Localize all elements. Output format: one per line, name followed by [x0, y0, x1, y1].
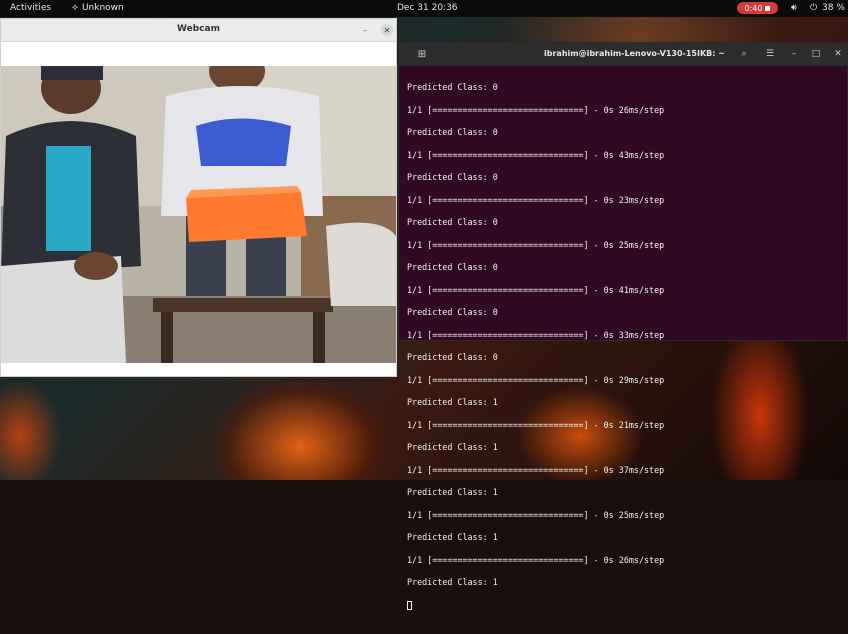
- terminal-window-title: ibrahim@ibrahim-Lenovo-V130-15IKB: ~: [544, 49, 725, 58]
- minimize-icon[interactable]: –: [359, 24, 371, 36]
- webcam-window-title: Webcam: [177, 24, 220, 34]
- close-icon[interactable]: ✕: [831, 48, 845, 61]
- webcam-window[interactable]: Webcam – ✕: [0, 18, 397, 377]
- terminal-window[interactable]: ⊞ ibrahim@ibrahim-Lenovo-V130-15IKB: ~ ⌕…: [398, 42, 848, 610]
- terminal-line: Predicted Class: 0: [407, 352, 498, 363]
- top-bar: Activities ⟡ Unknown Dec 31 20:36 0:40 🔊…: [0, 0, 848, 17]
- terminal-line: 1/1 [==============================] - 0…: [407, 509, 665, 520]
- terminal-line: 1/1 [==============================] - 0…: [407, 419, 665, 430]
- terminal-line: Predicted Class: 1: [407, 442, 498, 453]
- power-icon[interactable]: ⏻: [810, 3, 817, 13]
- terminal-output[interactable]: Predicted Class: 0 1/1 [================…: [407, 71, 843, 634]
- maximize-icon[interactable]: □: [809, 48, 823, 61]
- webcam-feed: [1, 66, 396, 363]
- terminal-line: Predicted Class: 0: [407, 307, 498, 318]
- app-menu[interactable]: ⟡ Unknown: [72, 3, 124, 13]
- terminal-line: 1/1 [==============================] - 0…: [407, 329, 665, 340]
- new-tab-icon[interactable]: ⊞: [415, 48, 429, 61]
- search-icon[interactable]: ⌕: [737, 48, 751, 61]
- terminal-line: 1/1 [==============================] - 0…: [407, 104, 665, 115]
- webcam-frame-image: [1, 66, 396, 363]
- ubuntu-app-icon: ⟡: [72, 3, 78, 13]
- battery-percentage[interactable]: 38 %: [822, 3, 845, 13]
- terminal-line: 1/1 [==============================] - 0…: [407, 149, 665, 160]
- terminal-titlebar[interactable]: ⊞ ibrahim@ibrahim-Lenovo-V130-15IKB: ~ ⌕…: [399, 43, 847, 66]
- hamburger-menu-icon[interactable]: ☰: [763, 48, 777, 61]
- clock[interactable]: Dec 31 20:36: [397, 3, 458, 13]
- webcam-titlebar[interactable]: Webcam – ✕: [1, 19, 396, 42]
- terminal-line: Predicted Class: 1: [407, 487, 498, 498]
- terminal-line: Predicted Class: 0: [407, 262, 498, 273]
- terminal-line: Predicted Class: 1: [407, 577, 498, 588]
- terminal-line: Predicted Class: 0: [407, 172, 498, 183]
- app-name: Unknown: [81, 3, 124, 13]
- terminal-line: Predicted Class: 0: [407, 217, 498, 228]
- recording-time: 0:40: [744, 3, 763, 13]
- terminal-cursor: [407, 600, 412, 610]
- terminal-line: 1/1 [==============================] - 0…: [407, 554, 665, 565]
- terminal-line: Predicted Class: 0: [407, 127, 498, 138]
- record-stop-icon: [765, 5, 771, 11]
- terminal-line: 1/1 [==============================] - 0…: [407, 239, 665, 250]
- volume-icon[interactable]: 🔊︎: [791, 3, 797, 13]
- terminal-line: 1/1 [==============================] - 0…: [407, 194, 665, 205]
- close-icon[interactable]: ✕: [381, 24, 393, 36]
- activities-button[interactable]: Activities: [10, 3, 51, 13]
- screen-recording-indicator[interactable]: 0:40: [737, 2, 778, 14]
- minimize-icon[interactable]: –: [787, 48, 801, 61]
- terminal-prompt-line: [407, 600, 843, 611]
- terminal-line: Predicted Class: 0: [407, 82, 498, 93]
- terminal-line: Predicted Class: 1: [407, 397, 498, 408]
- terminal-line: 1/1 [==============================] - 0…: [407, 464, 665, 475]
- terminal-line: 1/1 [==============================] - 0…: [407, 284, 665, 295]
- terminal-line: Predicted Class: 1: [407, 532, 498, 543]
- terminal-line: 1/1 [==============================] - 0…: [407, 374, 665, 385]
